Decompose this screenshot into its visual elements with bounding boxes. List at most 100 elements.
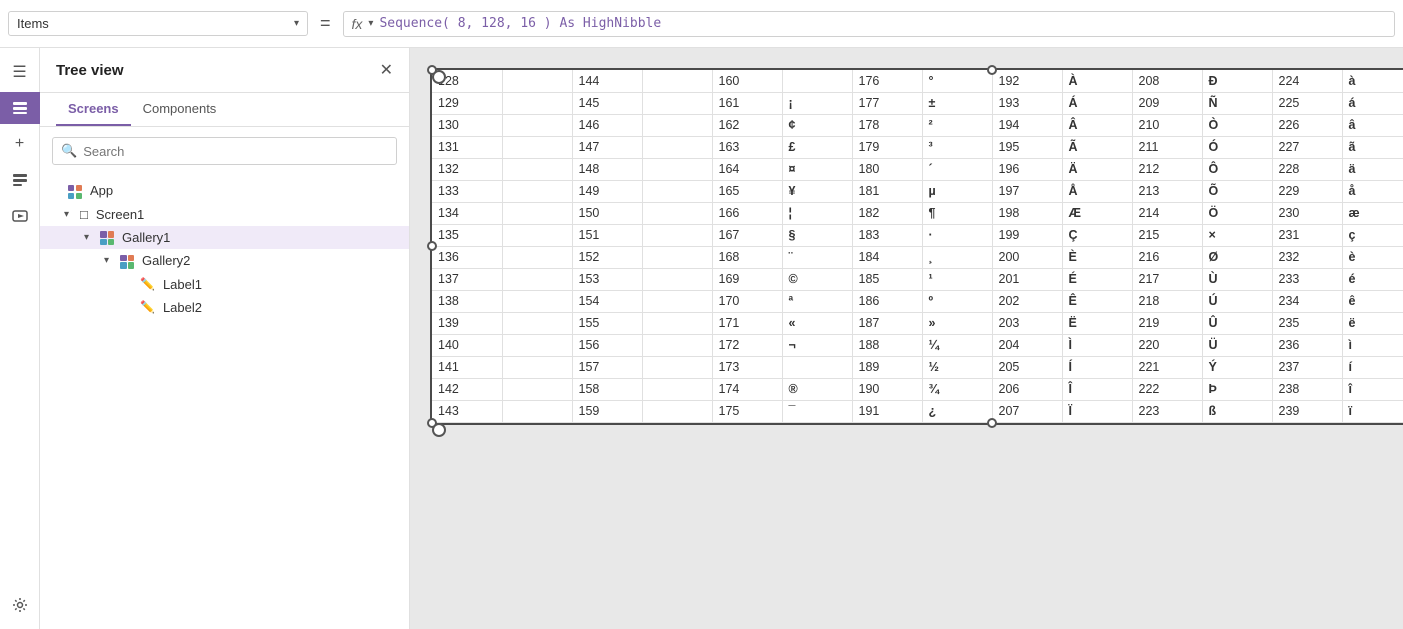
cell-char: Ì <box>1062 334 1132 356</box>
cell-char: ã <box>1342 136 1403 158</box>
cell-char <box>502 356 572 378</box>
cell-char: Å <box>1062 180 1132 202</box>
data-icon-btn[interactable] <box>4 164 36 196</box>
cell-num: 136 <box>432 246 502 268</box>
items-dropdown[interactable]: Items ▾ <box>8 11 308 36</box>
cell-char <box>642 180 712 202</box>
cell-num: 165 <box>712 180 782 202</box>
tree-item-label2[interactable]: ✏️ Label2 <box>40 296 409 319</box>
cell-num: 181 <box>852 180 922 202</box>
cell-char: À <box>1062 70 1132 92</box>
cell-char <box>642 224 712 246</box>
handle-middle-left[interactable] <box>427 241 437 251</box>
tree-item-screen1[interactable]: ▾ □ Screen1 <box>40 203 409 226</box>
cell-char <box>502 70 572 92</box>
cell-num: 145 <box>572 92 642 114</box>
cell-char: Ú <box>1202 290 1272 312</box>
tree-item-app[interactable]: App <box>40 179 409 203</box>
close-button[interactable]: ✕ <box>380 60 393 80</box>
cell-num: 143 <box>432 400 502 422</box>
tree-item-label1[interactable]: ✏️ Label1 <box>40 273 409 296</box>
cell-char: ¥ <box>782 180 852 202</box>
cell-char: ¢ <box>782 114 852 136</box>
settings-icon-btn[interactable] <box>4 589 36 621</box>
cell-char: ° <box>922 70 992 92</box>
tree-panel: Tree view ✕ Screens Components 🔍 <box>40 48 410 629</box>
cell-char: Ê <box>1062 290 1132 312</box>
cell-char <box>502 378 572 400</box>
expand-screen1-icon: ▾ <box>64 209 76 220</box>
tab-screens[interactable]: Screens <box>56 93 131 126</box>
cell-char <box>502 312 572 334</box>
cell-char: Ñ <box>1202 92 1272 114</box>
table-row: 141157173189½205Í221Ý237í253ý <box>432 356 1403 378</box>
cell-char: ¸ <box>922 246 992 268</box>
cell-char: Ï <box>1062 400 1132 422</box>
cell-num: 228 <box>1272 158 1342 180</box>
tree-item-gallery2[interactable]: ▾ Gallery2 <box>40 249 409 273</box>
cell-num: 224 <box>1272 70 1342 92</box>
cell-num: 146 <box>572 114 642 136</box>
cell-num: 185 <box>852 268 922 290</box>
cell-char: « <box>782 312 852 334</box>
cell-num: 154 <box>572 290 642 312</box>
table-row: 143159175¯191¿207Ï223ß239ï255ÿ <box>432 400 1403 422</box>
cell-num: 206 <box>992 378 1062 400</box>
formula-text: Sequence( 8, 128, 16 ) As HighNibble <box>379 16 661 31</box>
layers-icon-btn[interactable] <box>0 92 40 124</box>
cell-num: 211 <box>1132 136 1202 158</box>
cell-char: ¨ <box>782 246 852 268</box>
cell-num: 134 <box>432 202 502 224</box>
add-icon-btn[interactable]: + <box>4 128 36 160</box>
menu-icon-btn[interactable]: ☰ <box>4 56 36 88</box>
data-grid-wrapper: 128144160176°192À208Ð224à240ð129145161¡1… <box>430 68 1403 425</box>
cell-num: 157 <box>572 356 642 378</box>
cell-char: à <box>1342 70 1403 92</box>
gallery2-label: Gallery2 <box>142 253 397 268</box>
cell-num: 216 <box>1132 246 1202 268</box>
cell-char: ³ <box>922 136 992 158</box>
cell-num: 166 <box>712 202 782 224</box>
search-input[interactable] <box>83 144 388 159</box>
gallery2-icon <box>120 253 134 269</box>
screen1-icon: □ <box>80 207 88 222</box>
handle-bottom-left[interactable] <box>427 418 437 428</box>
cell-char: ä <box>1342 158 1403 180</box>
handle-top-middle[interactable] <box>987 65 997 75</box>
cell-num: 155 <box>572 312 642 334</box>
cell-num: 174 <box>712 378 782 400</box>
equals-sign: = <box>316 13 335 34</box>
app-icon <box>68 183 82 199</box>
cell-char <box>502 268 572 290</box>
cell-num: 237 <box>1272 356 1342 378</box>
cell-num: 144 <box>572 70 642 92</box>
handle-top-left[interactable] <box>427 65 437 75</box>
cell-num: 213 <box>1132 180 1202 202</box>
tree-item-gallery1[interactable]: ▾ Gallery1 ··· <box>40 226 409 250</box>
formula-chevron-icon[interactable]: ▾ <box>368 18 373 29</box>
cell-char: ì <box>1342 334 1403 356</box>
handle-bottom-middle[interactable] <box>987 418 997 428</box>
cell-num: 191 <box>852 400 922 422</box>
cell-char: ç <box>1342 224 1403 246</box>
chevron-down-icon: ▾ <box>294 18 299 29</box>
cell-num: 194 <box>992 114 1062 136</box>
cell-num: 162 <box>712 114 782 136</box>
cell-char: Á <box>1062 92 1132 114</box>
table-row: 139155171«187»203Ë219Û235ë251û <box>432 312 1403 334</box>
cell-num: 184 <box>852 246 922 268</box>
cell-char <box>502 158 572 180</box>
cell-char: µ <box>922 180 992 202</box>
cell-num: 168 <box>712 246 782 268</box>
tab-components[interactable]: Components <box>131 93 229 126</box>
cell-num: 199 <box>992 224 1062 246</box>
cell-num: 190 <box>852 378 922 400</box>
cell-num: 197 <box>992 180 1062 202</box>
media-icon-btn[interactable] <box>4 200 36 232</box>
gallery1-label: Gallery1 <box>122 230 397 245</box>
expand-gallery2-icon: ▾ <box>104 255 116 266</box>
table-row: 136152168¨184¸200È216Ø232è248ø <box>432 246 1403 268</box>
formula-bar[interactable]: fx ▾ Sequence( 8, 128, 16 ) As HighNibbl… <box>343 11 1395 37</box>
cell-char: ® <box>782 378 852 400</box>
table-row: 134150166¦182¶198Æ214Ö230æ246ö <box>432 202 1403 224</box>
